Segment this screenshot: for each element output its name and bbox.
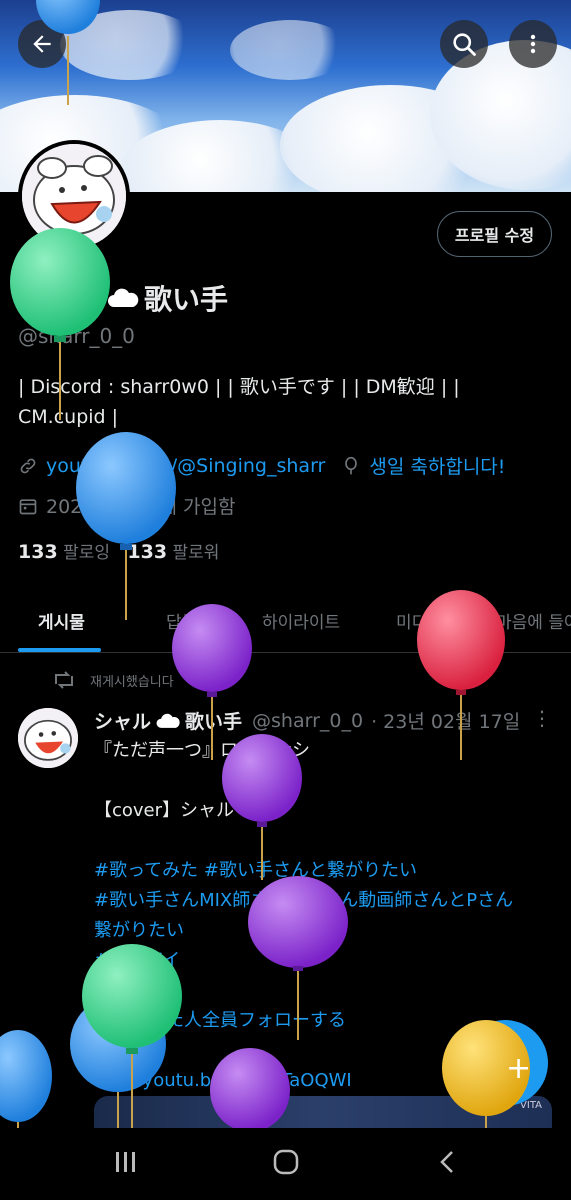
tab-replies[interactable]: 답글 <box>166 608 197 633</box>
system-nav-bar <box>0 1128 571 1200</box>
post-author-handle[interactable]: @sharr_0_0 <box>252 710 363 732</box>
follow-stats: 133 팔로잉 133 팔로워 <box>18 538 219 563</box>
back-button[interactable] <box>18 20 66 68</box>
followers-link[interactable]: 133 팔로워 <box>127 541 220 563</box>
display-name-text: シャル <box>18 283 103 316</box>
post-header: シャル 歌い手 @sharr_0_0 · 23년 02월 17일 <box>94 707 520 734</box>
display-name-suffix: 歌い手 <box>144 283 229 316</box>
banner-cloud <box>230 20 350 80</box>
post-hashtags[interactable]: #RT希望 <box>94 976 554 1006</box>
search-icon <box>453 33 476 56</box>
edit-profile-button[interactable]: 프로필 수정 <box>437 211 552 257</box>
arrow-left-icon <box>33 35 51 53</box>
compose-button[interactable]: + <box>462 1020 548 1106</box>
post-text: 【cover】シャル <box>94 800 235 821</box>
repost-indicator: 재게시했습니다 <box>52 670 174 690</box>
cloud-icon <box>156 713 180 728</box>
tab-highlights[interactable]: 하이라이트 <box>262 608 340 633</box>
joined-date: 2020년 10월에 가입함 <box>46 496 236 518</box>
link-icon <box>20 458 36 473</box>
followers-label: 팔로워 <box>172 543 220 563</box>
repost-label: 재게시했습니다 <box>90 674 174 690</box>
search-button[interactable] <box>440 20 488 68</box>
active-tab-indicator <box>18 648 101 652</box>
more-vertical-icon <box>530 34 536 54</box>
post-text: 『ただ声一つ』ロクデナシ <box>94 740 310 761</box>
post-date: · 23년 02월 17일 <box>371 711 521 733</box>
balloon-icon <box>345 456 358 474</box>
tab-posts[interactable]: 게시물 <box>38 608 85 633</box>
profile-tabs: 게시물 답글 하이라이트 미디어 마음에 들어요 <box>0 590 571 653</box>
post-author-suffix: 歌い手 <box>185 711 243 733</box>
post-author-name[interactable]: シャル <box>94 707 151 734</box>
post-hashtags[interactable]: 繋がりたい <box>94 916 554 946</box>
following-link[interactable]: 133 팔로잉 <box>18 541 110 563</box>
birthday-link[interactable]: 생일 축하합니다! <box>369 452 505 479</box>
following-label: 팔로잉 <box>63 543 110 563</box>
home-icon[interactable] <box>272 1148 300 1176</box>
bio-line: CM.cupid | <box>18 406 119 428</box>
tab-media[interactable]: 미디어 <box>396 608 443 633</box>
tab-likes[interactable]: 마음에 들어요 <box>496 608 571 633</box>
more-button[interactable] <box>509 20 557 68</box>
post-author-avatar[interactable] <box>18 708 78 768</box>
repost-icon <box>55 671 73 689</box>
display-name: シャル 歌い手 <box>18 278 228 318</box>
following-count: 133 <box>18 541 58 563</box>
cloud-icon <box>108 288 139 307</box>
post-hashtags[interactable]: #ボンアイ <box>94 946 554 976</box>
profile-handle: @sharr_0_0 <box>18 324 135 348</box>
profile-meta-links: youtube.com/@Singing_sharr 생일 축하합니다! <box>18 452 505 479</box>
avatar-image <box>22 144 126 248</box>
bio-line: | Discord : sharr0w0 | | 歌い手です | | DM歓迎 … <box>18 376 460 398</box>
back-nav-icon[interactable] <box>434 1148 462 1176</box>
recents-icon[interactable] <box>112 1148 140 1176</box>
profile-avatar[interactable] <box>18 140 130 252</box>
followers-count: 133 <box>127 541 168 563</box>
post-hashtags[interactable]: #歌ってみた #歌い手さんと繋がりたい <box>94 856 554 886</box>
website-link[interactable]: youtube.com/@Singing_sharr <box>46 455 325 477</box>
banner-cloud <box>60 10 200 80</box>
post-hashtags[interactable]: #歌い手さんMIX師さん絵師さん動画師さんとPさん <box>94 886 554 916</box>
profile-bio: | Discord : sharr0w0 | | 歌い手です | | DM歓迎 … <box>18 372 538 432</box>
post-more-icon[interactable]: ⋮ <box>532 706 552 730</box>
balloon <box>0 1030 52 1130</box>
calendar-icon <box>19 498 37 514</box>
joined-row: 2020년 10월에 가입함 <box>18 492 236 519</box>
